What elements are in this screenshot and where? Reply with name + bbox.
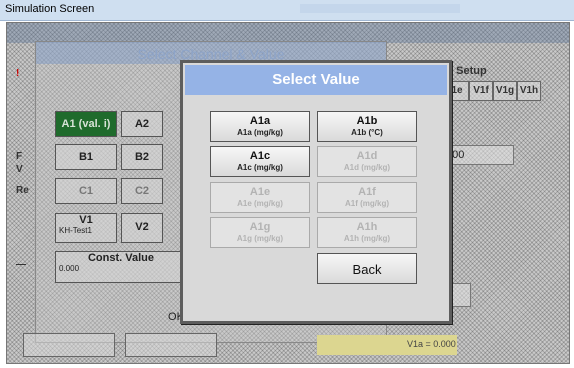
background-tab-v1f: V1f	[469, 81, 493, 101]
background-mark-3: V	[16, 164, 23, 175]
value-button-unit: A1c (mg/kg)	[237, 163, 283, 172]
background-cell-a1: A1 (val. i)	[55, 111, 117, 137]
background-tab-v1h: V1h	[517, 81, 541, 101]
background-cell-b2: B2	[121, 144, 163, 170]
background-header-bar	[7, 23, 569, 43]
value-button-a1c[interactable]: A1c A1c (mg/kg)	[210, 146, 310, 177]
window-title: Simulation Screen	[5, 3, 95, 15]
value-button-unit: A1b (°C)	[351, 128, 383, 137]
select-value-dialog: Select Value A1a A1a (mg/kg) A1b A1b (°C…	[180, 60, 452, 324]
background-cell-v1-sub: KH-Test1	[59, 226, 92, 235]
background-const-value: Const. Value 0.000	[55, 251, 187, 283]
background-mark-4: Re	[16, 185, 29, 196]
background-const-value-label: Const. Value	[87, 252, 155, 264]
titlebar-faded-text	[300, 4, 460, 13]
value-button-a1h: A1h A1h (mg/kg)	[317, 217, 417, 248]
value-button-label: A1g	[249, 221, 271, 233]
value-button-unit: A1a (mg/kg)	[237, 128, 283, 137]
background-status-bar: V1a = 0.000	[317, 335, 457, 355]
value-button-a1a[interactable]: A1a A1a (mg/kg)	[210, 111, 310, 142]
background-cell-c2: C2	[121, 178, 163, 204]
background-tab-v1g: V1g	[493, 81, 517, 101]
value-button-unit: A1g (mg/kg)	[236, 234, 284, 243]
background-bottom-button-1	[23, 333, 115, 357]
value-button-unit: A1h (mg/kg)	[343, 234, 391, 243]
value-button-unit: A1f (mg/kg)	[345, 199, 389, 208]
background-cell-v1-label: V1	[79, 214, 93, 226]
dialog-title: Select Value	[185, 65, 447, 95]
value-button-unit: A1d (mg/kg)	[343, 163, 391, 172]
background-cell-b1: B1	[55, 144, 117, 170]
value-button-unit: A1e (mg/kg)	[237, 199, 283, 208]
value-button-label: A1c	[249, 150, 271, 162]
value-button-a1d: A1d A1d (mg/kg)	[317, 146, 417, 177]
value-button-label: A1h	[356, 221, 378, 233]
value-button-a1g: A1g A1g (mg/kg)	[210, 217, 310, 248]
background-status-text: V1a = 0.000	[407, 339, 456, 349]
value-button-a1e: A1e A1e (mg/kg)	[210, 182, 310, 213]
value-button-a1b[interactable]: A1b A1b (°C)	[317, 111, 417, 142]
background-cell-v1: V1 KH-Test1	[55, 213, 117, 243]
background-cell-v2: V2	[121, 213, 163, 243]
value-button-a1f: A1f A1f (mg/kg)	[317, 182, 417, 213]
background-cell-a2: A2	[121, 111, 163, 137]
value-button-label: A1d	[356, 150, 378, 162]
value-button-label: A1a	[249, 115, 271, 127]
window-titlebar: Simulation Screen	[0, 0, 574, 21]
background-mark-1: !	[16, 68, 20, 79]
background-mark-5: —	[16, 259, 26, 270]
value-button-label: A1f	[358, 186, 376, 198]
background-const-value-number: 0.000	[59, 264, 80, 273]
back-button[interactable]: Back	[317, 253, 417, 284]
background-bottom-button-2	[125, 333, 217, 357]
background-mark-2: F	[16, 151, 23, 162]
value-button-label: A1e	[249, 186, 271, 198]
value-button-label: A1b	[356, 115, 378, 127]
background-setup-label: e Setup	[447, 65, 487, 77]
background-cell-c1: C1	[55, 178, 117, 204]
